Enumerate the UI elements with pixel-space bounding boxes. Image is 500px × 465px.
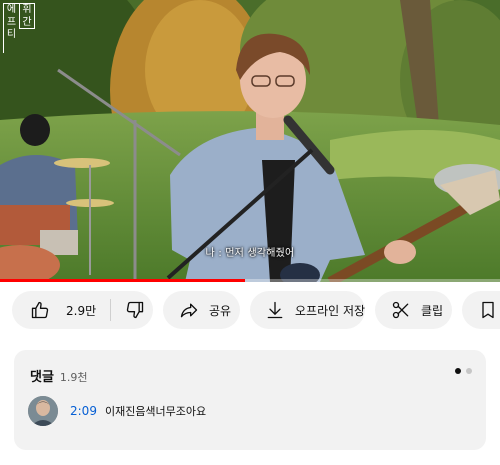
download-icon: [265, 300, 285, 320]
carousel-dot-active: [455, 368, 461, 374]
watermark-char: 티: [6, 29, 17, 40]
comments-teaser-card[interactable]: 댓글 1.9천 2:09 이재진음색너무조아요: [14, 350, 486, 450]
scissors-icon: [391, 300, 411, 320]
like-count[interactable]: 2.9만: [66, 302, 96, 319]
save-to-playlist-button[interactable]: [462, 291, 500, 329]
offline-save-label: 오프라인 저장: [295, 303, 366, 318]
share-arrow-icon: [179, 300, 199, 320]
comments-count: 1.9천: [59, 371, 88, 384]
share-label: 공유: [209, 303, 232, 318]
video-subtitle: 나 : 먼저 생각해줬어: [205, 248, 295, 259]
progress-bar-fill: [0, 279, 245, 282]
watermark-char: 휘: [22, 4, 32, 15]
video-actions-row: 2.9만 공유 오프라인 저장 클립: [12, 291, 500, 329]
thumbs-down-icon[interactable]: [125, 300, 145, 320]
progress-bar[interactable]: [0, 279, 500, 282]
carousel-dot: [466, 368, 472, 374]
offline-save-button[interactable]: 오프라인 저장: [250, 291, 365, 329]
like-dislike-group: 2.9만: [12, 291, 153, 329]
comments-header: 댓글 1.9천: [30, 366, 88, 385]
channel-watermark-secondary: 휘 간: [19, 3, 35, 29]
like-divider: [110, 299, 112, 321]
bookmark-icon: [478, 300, 498, 320]
avatar: [28, 396, 58, 426]
watermark-char: 에: [6, 4, 17, 15]
channel-watermark: 에 프 티: [3, 3, 19, 53]
top-comment[interactable]: 2:09 이재진음색너무조아요: [28, 396, 206, 426]
comments-title: 댓글: [30, 370, 54, 385]
share-button[interactable]: 공유: [163, 291, 240, 329]
video-player[interactable]: 에 프 티 휘 간 나 : 먼저 생각해줬어: [0, 0, 500, 282]
comment-text: 이재진음색너무조아요: [104, 405, 207, 418]
watermark-char: 간: [22, 16, 32, 28]
clip-label: 클립: [421, 303, 444, 318]
thumbs-up-icon[interactable]: [30, 300, 50, 320]
comment-timestamp-link[interactable]: 2:09: [70, 404, 97, 418]
video-frame: [0, 0, 500, 282]
carousel-indicator: [455, 368, 472, 374]
clip-button[interactable]: 클립: [375, 291, 452, 329]
watermark-char: 프: [6, 16, 17, 28]
